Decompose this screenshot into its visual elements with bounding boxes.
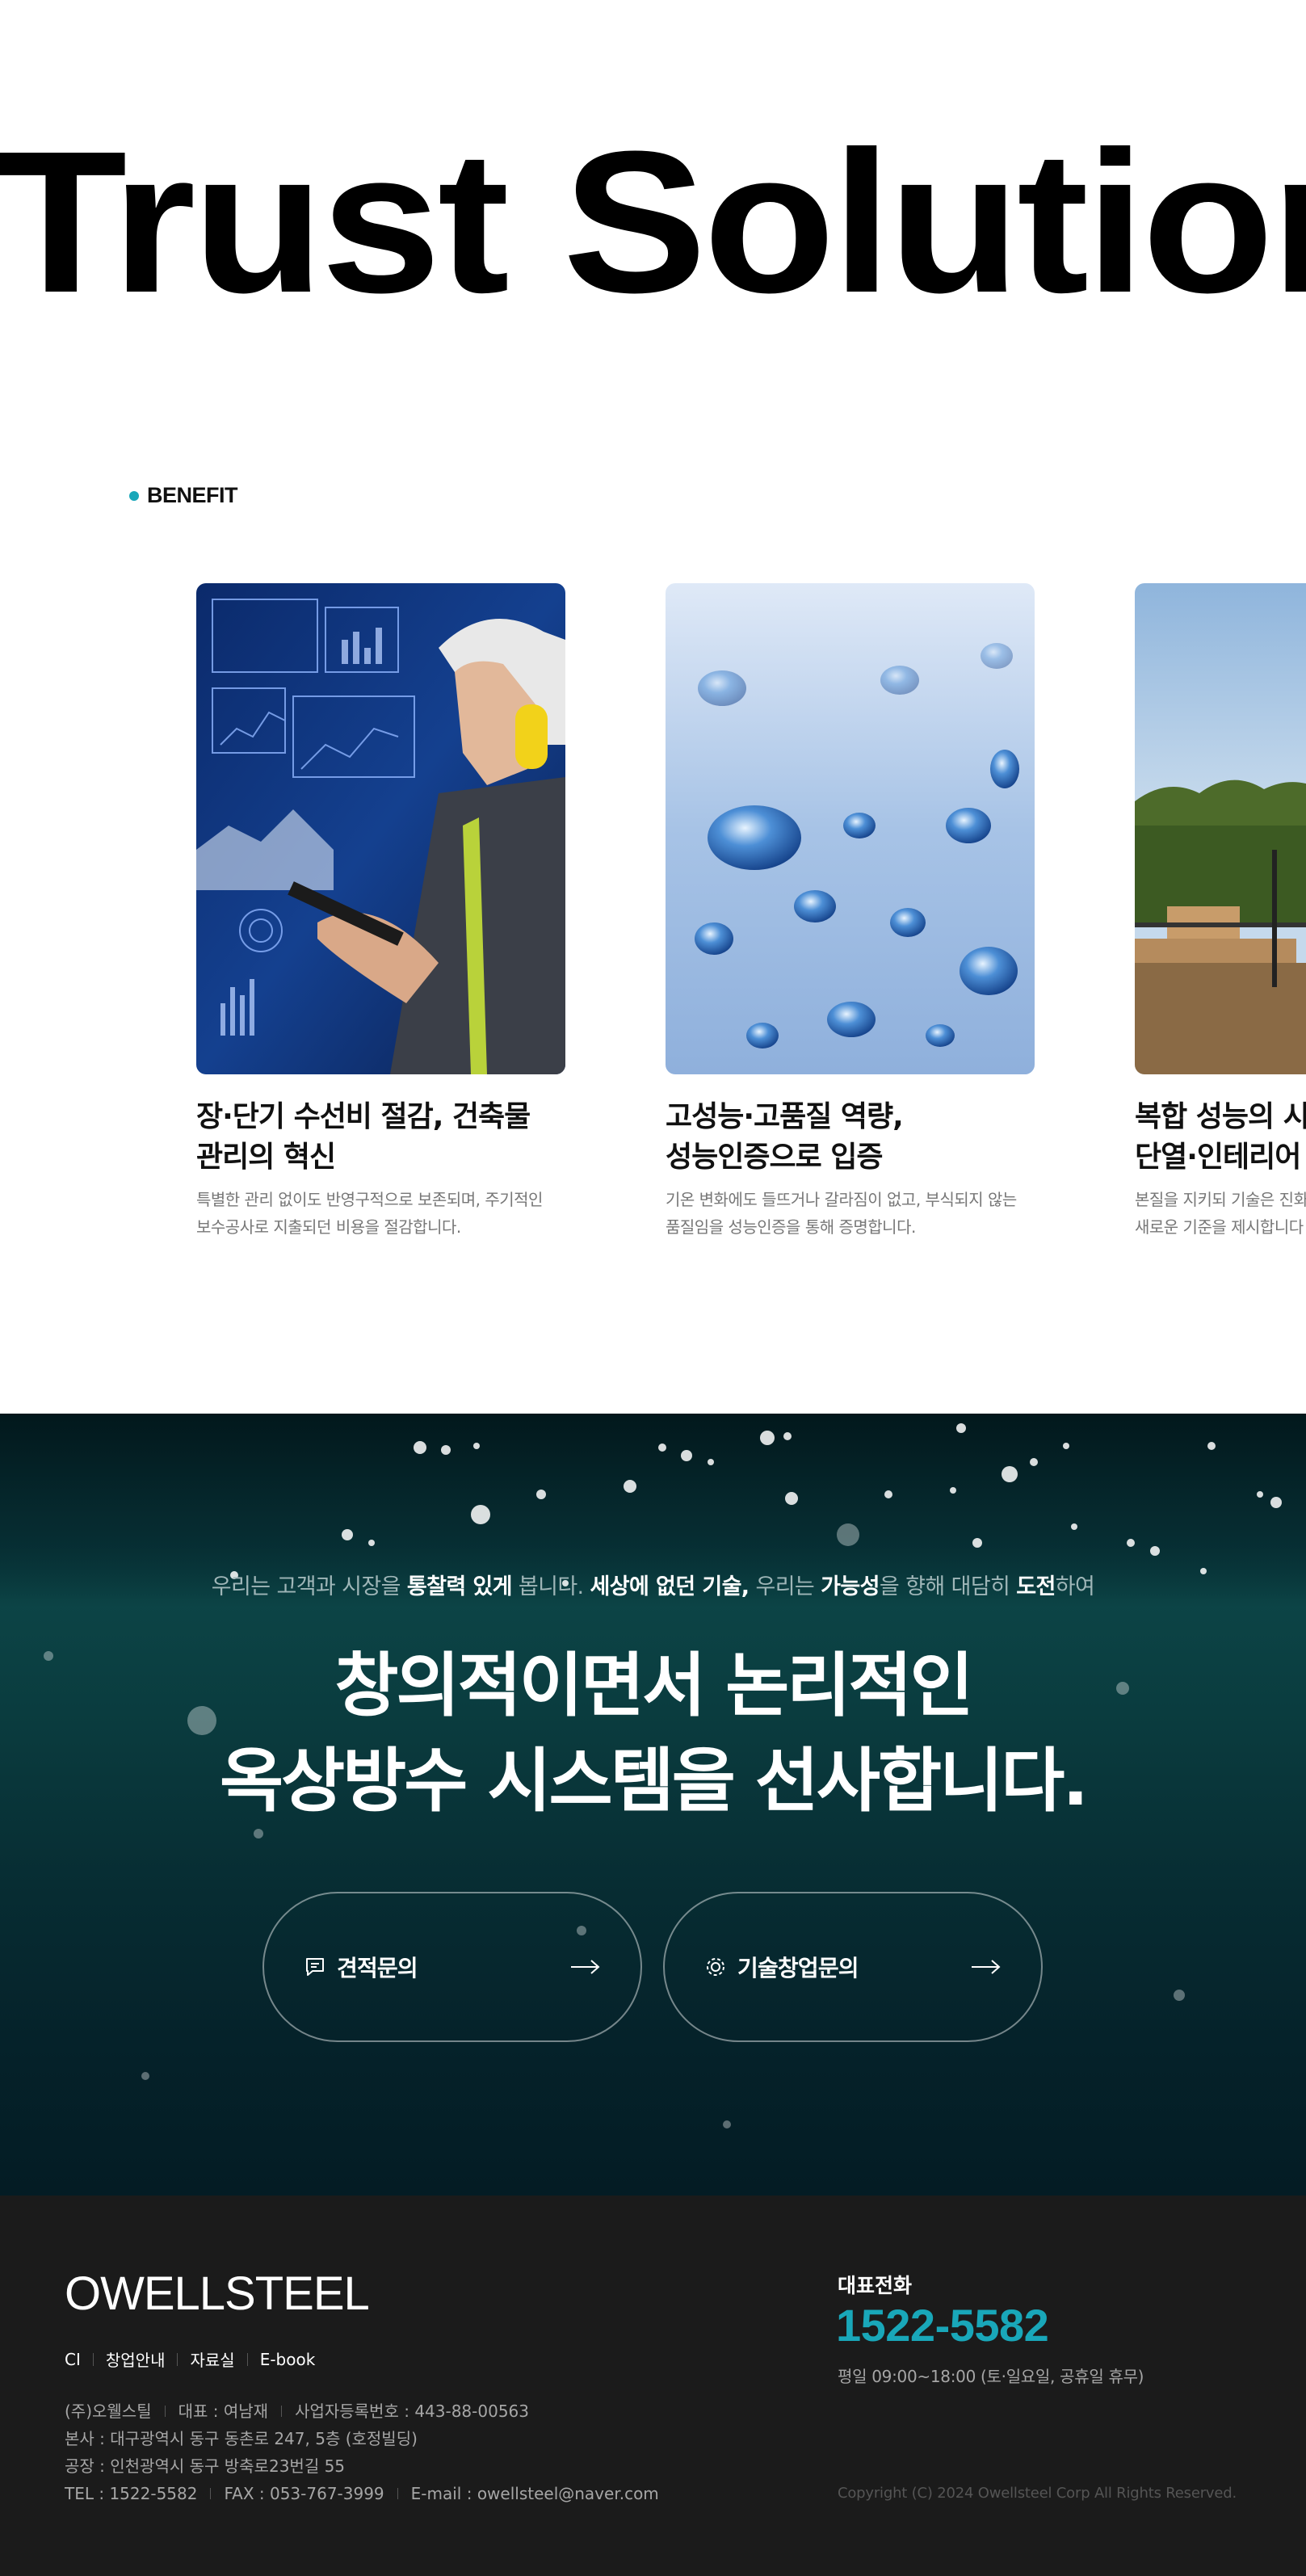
footer-link-ebook[interactable]: E-book (260, 2350, 316, 2369)
benefit-section-label: BENEFIT (129, 483, 238, 508)
cta-sub-text: 봅니다. (511, 1574, 590, 1599)
quote-inquiry-label: 견적문의 (337, 1955, 418, 1981)
divider (246, 2352, 248, 2366)
benefit-card[interactable]: 고성능·고품질 역량, 성능인증으로 입증 기온 변화에도 들뜨거나 갈라짐이 … (666, 583, 1035, 1241)
quote-inquiry-button[interactable]: 견적문의 (262, 1892, 642, 2042)
footer-link-ci[interactable]: CI (65, 2350, 81, 2369)
card-image-rooftop-terrace (1135, 583, 1306, 1074)
divider (281, 2406, 283, 2417)
cta-sub-text: 을 향해 대담히 (879, 1574, 1017, 1599)
card-description: 본질을 지키되 기술은 진화 새로운 기준을 제시합니다 (1135, 1190, 1306, 1237)
divider (164, 2406, 166, 2417)
rep-phone-label: 대표전화 (838, 2274, 913, 2297)
footer-link-resources[interactable]: 자료실 (190, 2347, 234, 2371)
cta-headline: 창의적이면서 논리적인 옥상방수 시스템을 선사합니다. (219, 1645, 1089, 1822)
hq-address: 본사 : 대구광역시 동구 동촌로 247, 5층 (호정빌딩) (65, 2429, 418, 2448)
card-image-water-droplets (666, 583, 1035, 1074)
rep-phone-number[interactable]: 1522-5582 (836, 2299, 1049, 2351)
gear-icon (703, 1955, 728, 1979)
benefit-card-slider[interactable]: 장·단기 수선비 절감, 건축물 관리의 혁신 특별한 관리 없이도 반영구적으… (0, 583, 1306, 1310)
footer-nav: CI 창업안내 자료실 E-book (65, 2347, 315, 2371)
card-image-engineer (196, 583, 565, 1074)
owellsteel-logo[interactable]: OWELLSTEEL (65, 2267, 370, 2321)
divider (397, 2488, 398, 2499)
tech-startup-inquiry-button[interactable]: 기술창업문의 (663, 1892, 1043, 2042)
tel-number: TEL : 1522-5582 (65, 2484, 198, 2503)
card-description: 특별한 관리 없이도 반영구적으로 보존되며, 주기적인 보수공사로 지출되던 … (196, 1190, 543, 1237)
site-footer: OWELLSTEEL CI 창업안내 자료실 E-book (주)오웰스틸 대표… (0, 2196, 1306, 2576)
card-description: 기온 변화에도 들뜨거나 갈라짐이 없고, 부식되지 않는 품질임을 성능인증을… (666, 1190, 1017, 1237)
cta-subtitle: 우리는 고객과 시장을 통찰력 있게 봅니다. 세상에 없던 기술, 우리는 가… (0, 1569, 1306, 1600)
business-hours: 평일 09:00~18:00 (토·일요일, 공휴일 휴무) (838, 2367, 1144, 2386)
divider (210, 2488, 212, 2499)
card-title: 고성능·고품질 역량, 성능인증으로 입증 (666, 1100, 904, 1174)
ceo-name: 대표 : 여남재 (178, 2402, 269, 2421)
card-title: 장·단기 수선비 절감, 건축물 관리의 혁신 (196, 1100, 531, 1174)
hero-title: Trust Solution (0, 109, 1306, 334)
chat-icon (303, 1955, 327, 1979)
fax-number: FAX : 053-767-3999 (224, 2484, 384, 2503)
benefit-label-text: BENEFIT (147, 483, 238, 507)
card-title: 복합 성능의 시 단열·인테리어 (1135, 1100, 1306, 1174)
cta-sub-text: 하여 (1055, 1574, 1095, 1599)
tech-startup-inquiry-label: 기술창업문의 (737, 1955, 859, 1981)
cta-sub-emphasis: 세상에 없던 기술, (590, 1574, 750, 1599)
copyright: Copyright (C) 2024 Owellsteel Corp All R… (838, 2485, 1237, 2502)
company-info: (주)오웰스틸 대표 : 여남재 사업자등록번호 : 443-88-00563 … (65, 2397, 659, 2507)
cta-sub-emphasis: 통찰력 있게 (406, 1574, 513, 1599)
cta-sub-text: 우리는 고객과 시장을 (211, 1574, 407, 1599)
divider (92, 2352, 94, 2366)
benefit-card[interactable]: 장·단기 수선비 절감, 건축물 관리의 혁신 특별한 관리 없이도 반영구적으… (196, 583, 565, 1241)
arrow-right-icon (571, 1960, 600, 1974)
arrow-right-icon (972, 1960, 1001, 1974)
hero-section: Trust Solution (0, 0, 1306, 436)
benefit-dot-icon (129, 490, 139, 501)
benefit-card[interactable]: 복합 성능의 시 단열·인테리어 본질을 지키되 기술은 진화 새로운 기준을 … (1135, 583, 1306, 1241)
cta-sub-emphasis: 도전 (1016, 1574, 1056, 1599)
company-name: (주)오웰스틸 (65, 2402, 152, 2421)
footer-link-startup-guide[interactable]: 창업안내 (106, 2347, 166, 2371)
cta-section: 우리는 고객과 시장을 통찰력 있게 봅니다. 세상에 없던 기술, 우리는 가… (0, 1414, 1306, 2196)
cta-sub-emphasis: 가능성 (821, 1574, 880, 1599)
cta-sub-text: 우리는 (749, 1574, 821, 1599)
email-address: E-mail : owellsteel@naver.com (410, 2484, 659, 2503)
factory-address: 공장 : 인천광역시 동구 방축로23번길 55 (65, 2456, 346, 2476)
business-number: 사업자등록번호 : 443-88-00563 (295, 2402, 529, 2421)
divider (177, 2352, 178, 2366)
